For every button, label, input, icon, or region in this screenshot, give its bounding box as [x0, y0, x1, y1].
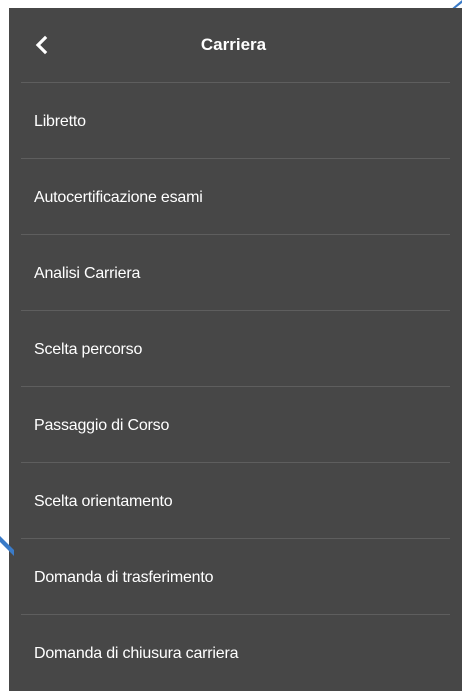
- menu-item-label: Scelta orientamento: [34, 493, 173, 510]
- menu-item-label: Libretto: [34, 113, 86, 130]
- menu-item-autocertificazione-esami[interactable]: Autocertificazione esami: [21, 159, 450, 235]
- menu-item-scelta-percorso[interactable]: Scelta percorso: [21, 311, 450, 387]
- menu-item-label: Autocertificazione esami: [34, 189, 203, 206]
- screen: Carriera Libretto Autocertificazione esa…: [0, 0, 462, 691]
- annotation-arrow-icon: [0, 536, 14, 556]
- menu-title: Carriera: [200, 35, 267, 54]
- menu-header: Carriera: [21, 8, 450, 83]
- menu-item-libretto[interactable]: Libretto: [21, 83, 450, 159]
- menu-item-label: Analisi Carriera: [34, 265, 141, 282]
- menu-item-domanda-di-trasferimento[interactable]: Domanda di trasferimento: [21, 539, 450, 615]
- career-menu-list: Libretto Autocertificazione esami Analis…: [9, 83, 462, 690]
- menu-item-domanda-di-chiusura-carriera[interactable]: Domanda di chiusura carriera: [21, 615, 450, 690]
- menu-item-scelta-orientamento[interactable]: Scelta orientamento: [21, 463, 450, 539]
- menu-item-label: Domanda di trasferimento: [34, 569, 214, 586]
- menu-item-label: Scelta percorso: [34, 341, 143, 358]
- career-menu-panel: Carriera Libretto Autocertificazione esa…: [9, 8, 462, 691]
- menu-item-label: Domanda di chiusura carriera: [34, 645, 239, 662]
- menu-item-label: Passaggio di Corso: [34, 417, 170, 434]
- menu-item-passaggio-di-corso[interactable]: Passaggio di Corso: [21, 387, 450, 463]
- menu-item-analisi-carriera[interactable]: Analisi Carriera: [21, 235, 450, 311]
